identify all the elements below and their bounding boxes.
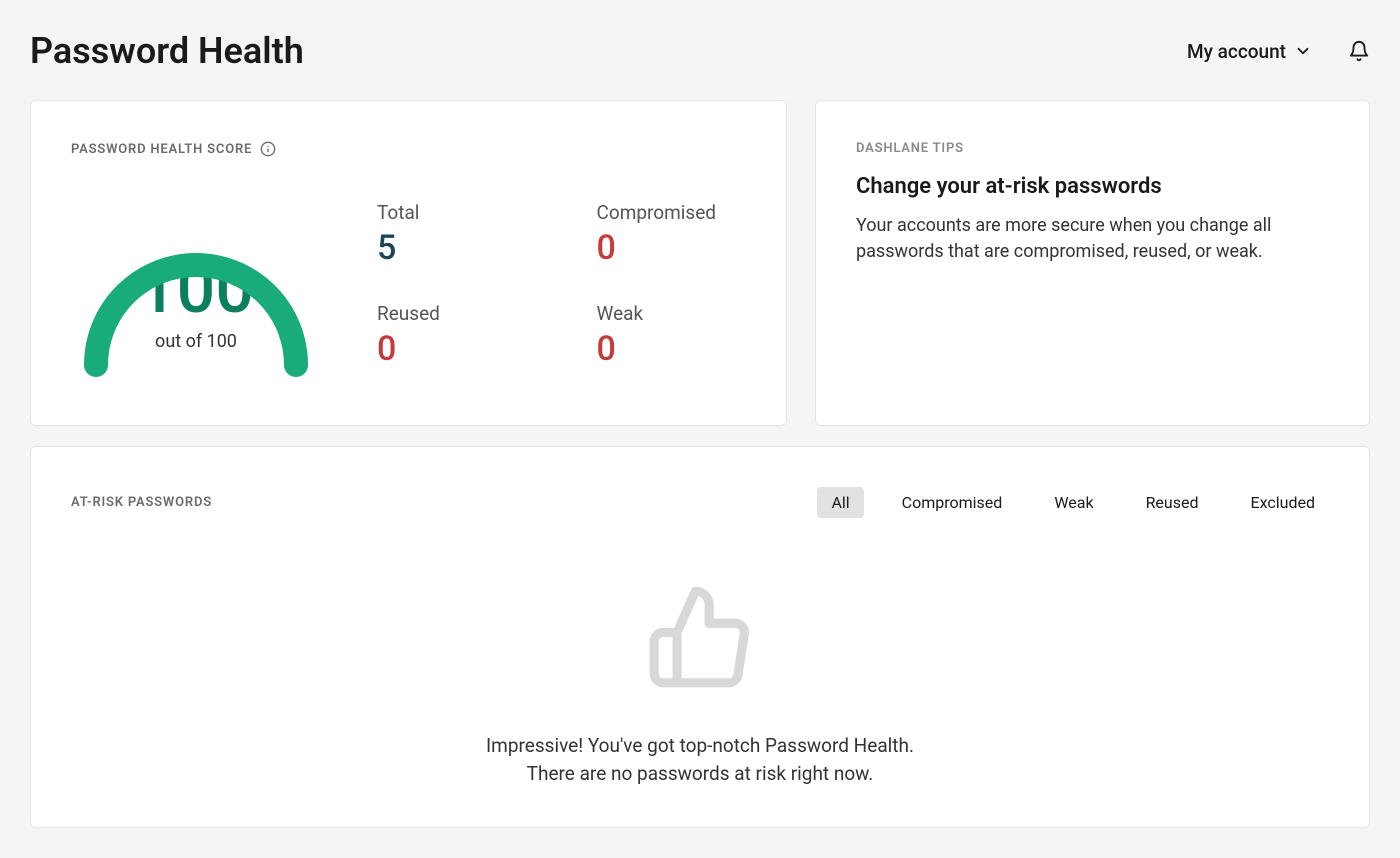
stat-reused-label: Reused	[377, 302, 497, 325]
gauge-arc-icon	[71, 185, 321, 385]
tips-label: DASHLANE TIPS	[856, 141, 1329, 156]
stats-grid: Total 5 Compromised 0 Reused 0 Weak 0	[377, 201, 716, 369]
stat-total: Total 5	[377, 201, 497, 268]
stat-weak: Weak 0	[597, 302, 717, 369]
stat-total-value: 5	[377, 228, 497, 268]
tab-reused[interactable]: Reused	[1132, 487, 1213, 518]
account-dropdown[interactable]: My account	[1187, 40, 1312, 63]
stat-reused: Reused 0	[377, 302, 497, 369]
account-label: My account	[1187, 40, 1286, 63]
score-label-text: PASSWORD HEALTH SCORE	[71, 142, 252, 157]
thumbs-up-icon	[640, 582, 760, 692]
at-risk-tabs: All Compromised Weak Reused Excluded	[817, 487, 1329, 518]
chevron-down-icon	[1294, 42, 1312, 60]
stat-total-label: Total	[377, 201, 497, 224]
tips-card: DASHLANE TIPS Change your at-risk passwo…	[815, 100, 1370, 426]
header-actions: My account	[1187, 40, 1370, 63]
score-card-label: PASSWORD HEALTH SCORE	[71, 141, 746, 157]
stat-compromised-label: Compromised	[597, 201, 717, 224]
stat-reused-value: 0	[377, 329, 497, 369]
empty-line-2: There are no passwords at risk right now…	[486, 760, 914, 788]
at-risk-label: AT-RISK PASSWORDS	[71, 495, 212, 510]
stat-compromised-value: 0	[597, 228, 717, 268]
empty-state: Impressive! You've got top-notch Passwor…	[71, 572, 1329, 787]
stat-compromised: Compromised 0	[597, 201, 717, 268]
page-header: Password Health My account	[30, 30, 1370, 72]
empty-line-1: Impressive! You've got top-notch Passwor…	[486, 732, 914, 760]
page-title: Password Health	[30, 30, 304, 72]
tab-all[interactable]: All	[817, 487, 863, 518]
empty-state-text: Impressive! You've got top-notch Passwor…	[486, 732, 914, 787]
score-card: PASSWORD HEALTH SCORE 100 out of 100	[30, 100, 787, 426]
at-risk-card: AT-RISK PASSWORDS All Compromised Weak R…	[30, 446, 1370, 828]
tips-title: Change your at-risk passwords	[856, 174, 1329, 199]
stat-weak-value: 0	[597, 329, 717, 369]
tab-compromised[interactable]: Compromised	[888, 487, 1017, 518]
stat-weak-label: Weak	[597, 302, 717, 325]
bell-icon[interactable]	[1348, 40, 1370, 62]
tab-weak[interactable]: Weak	[1040, 487, 1107, 518]
score-gauge: 100 out of 100	[71, 185, 321, 385]
tips-body: Your accounts are more secure when you c…	[856, 213, 1329, 265]
tab-excluded[interactable]: Excluded	[1237, 487, 1330, 518]
info-icon[interactable]	[260, 141, 276, 157]
